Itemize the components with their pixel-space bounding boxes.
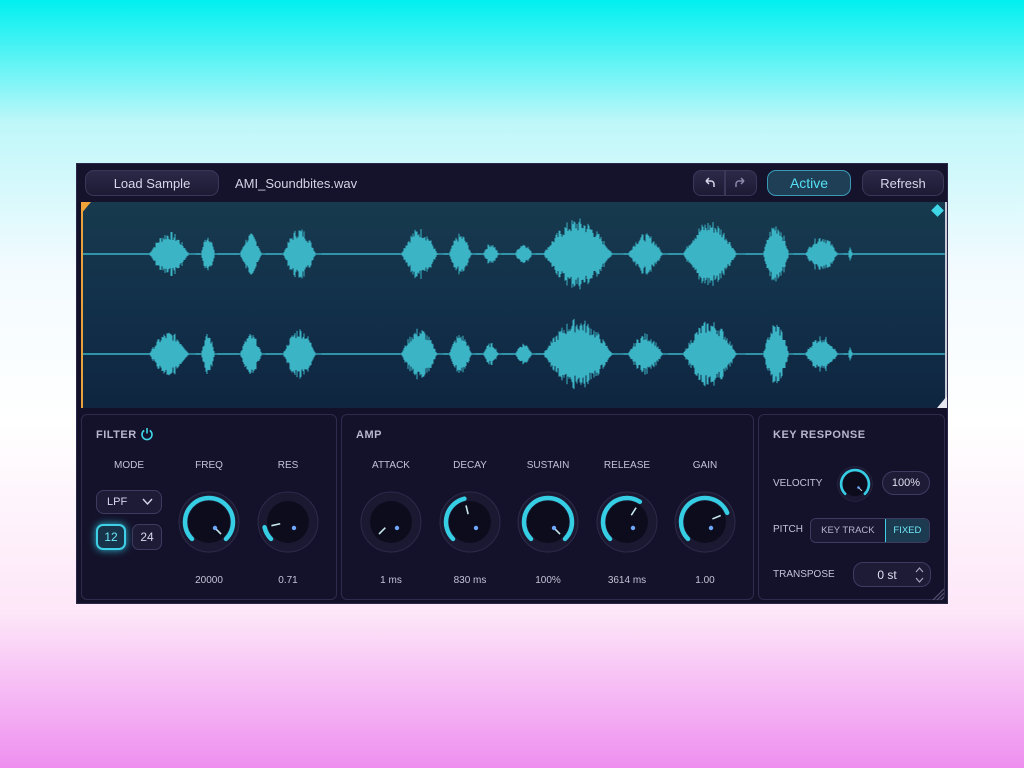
decay-value: 830 ms (453, 575, 487, 586)
top-toolbar: Load Sample AMI_Soundbites.wav Active Re… (77, 164, 947, 202)
amp-title: AMP (356, 429, 382, 441)
filter-mode-value: LPF (107, 496, 128, 508)
fixed-button[interactable]: FIXED (884, 519, 929, 542)
load-sample-button[interactable]: Load Sample (85, 170, 219, 196)
key-response-title: KEY RESPONSE (773, 429, 866, 441)
gain-knob[interactable] (674, 491, 736, 553)
filter-panel: FILTER MODE LPF 12 24 FREQ 20000 RES 0.7… (81, 414, 337, 600)
filter-mode-select[interactable]: LPF (96, 490, 162, 514)
chevron-down-icon (142, 498, 153, 506)
refresh-button[interactable]: Refresh (862, 170, 944, 196)
sustain-label: SUSTAIN (526, 460, 570, 471)
attack-value: 1 ms (380, 575, 402, 586)
pitch-label: PITCH (773, 524, 803, 535)
sample-start-marker[interactable] (81, 202, 91, 214)
resize-grip-icon[interactable] (931, 587, 945, 601)
decay-label: DECAY (453, 460, 487, 471)
release-value: 3614 ms (607, 575, 647, 586)
freq-knob[interactable] (178, 491, 240, 553)
attack-knob[interactable] (360, 491, 422, 553)
spinner-arrows-icon[interactable] (915, 566, 924, 584)
res-value: 0.71 (278, 575, 298, 586)
velocity-value[interactable]: 100% (882, 471, 930, 495)
waveform-display[interactable] (81, 202, 947, 408)
sustain-knob[interactable] (517, 491, 579, 553)
velocity-knob[interactable] (837, 466, 873, 502)
res-knob[interactable] (257, 491, 319, 553)
amp-panel: AMP ATTACK 1 ms DECAY 830 ms SUSTAIN 100… (341, 414, 754, 600)
transpose-value: 0 st (877, 567, 897, 582)
sample-filename: AMI_Soundbites.wav (235, 176, 358, 191)
undo-icon (705, 177, 715, 187)
key-track-button[interactable]: KEY TRACK (811, 519, 885, 542)
slope-12-button[interactable]: 12 (96, 524, 126, 550)
filter-title: FILTER (96, 429, 137, 441)
waveform (83, 218, 945, 390)
transpose-stepper[interactable]: 0 st (853, 562, 931, 587)
redo-button[interactable] (725, 170, 757, 196)
sustain-value: 100% (535, 575, 561, 586)
gain-label: GAIN (692, 460, 718, 471)
release-knob[interactable] (596, 491, 658, 553)
slope-24-button[interactable]: 24 (132, 524, 162, 550)
redo-icon (735, 177, 745, 187)
sampler-plugin-window: Load Sample AMI_Soundbites.wav Active Re… (76, 163, 948, 604)
mode-label: MODE (114, 460, 144, 471)
active-toggle-button[interactable]: Active (767, 170, 851, 196)
transpose-label: TRANSPOSE (773, 569, 835, 580)
decay-knob[interactable] (439, 491, 501, 553)
undo-button[interactable] (693, 170, 725, 196)
pitch-mode-toggle: KEY TRACK FIXED (810, 518, 930, 543)
key-response-panel: KEY RESPONSE VELOCITY 100% PITCH KEY TRA… (758, 414, 945, 600)
power-icon[interactable] (140, 427, 154, 441)
freq-value: 20000 (195, 575, 223, 586)
attack-label: ATTACK (372, 460, 410, 471)
velocity-label: VELOCITY (773, 478, 823, 489)
freq-label: FREQ (195, 460, 223, 471)
gain-value: 1.00 (695, 575, 715, 586)
release-label: RELEASE (603, 460, 651, 471)
res-label: RES (277, 460, 299, 471)
sample-end-marker[interactable] (937, 396, 947, 408)
